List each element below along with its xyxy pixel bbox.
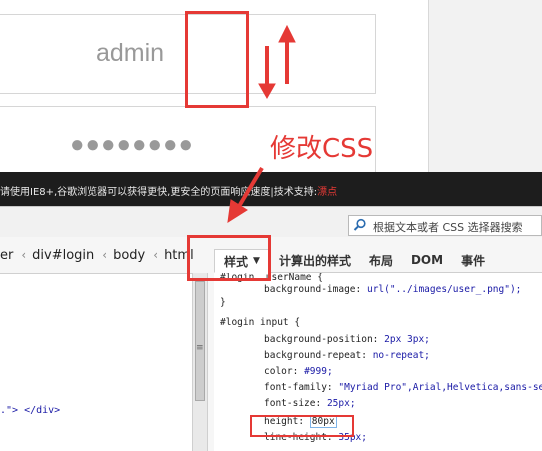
css-declaration[interactable]: background-position: 2px 3px; [264, 333, 430, 347]
notice-link[interactable]: 漂点 [317, 187, 337, 198]
preview-sidebar [428, 0, 542, 172]
css-declaration[interactable]: background-repeat: no-repeat; [264, 349, 430, 363]
search-placeholder: 根据文本或者 CSS 选择器搜索 [373, 221, 523, 234]
chevron-left-icon: ‹ [153, 248, 159, 262]
css-declaration[interactable]: color: #999; [264, 365, 333, 379]
chevron-left-icon: ‹ [21, 248, 27, 262]
chevron-left-icon: ‹ [102, 248, 108, 262]
tab-computed-styles[interactable]: 计算出的样式 [270, 248, 360, 272]
css-rule-close: } [220, 297, 226, 308]
css-declaration[interactable]: font-size: 25px; [264, 397, 356, 411]
annotation-label: 修改CSS [270, 134, 374, 164]
search-icon [353, 218, 366, 231]
notice-text: 请使用IE8+,谷歌浏览器可以获得更快,更安全的页面响应速度|技术支持:漂点 [0, 187, 338, 198]
highlight-box-styles-tab [187, 235, 271, 281]
selector-search-input[interactable]: 根据文本或者 CSS 选择器搜索 [348, 215, 542, 236]
dom-code-fragment: ."> </div> [0, 405, 61, 416]
password-value: ●●●●●●●● [70, 131, 194, 158]
css-selector-line[interactable]: #login input { [220, 316, 300, 330]
tab-dom[interactable]: DOM [402, 248, 452, 272]
breadcrumb-item-div-login[interactable]: ‹ div#login [13, 248, 94, 263]
highlight-box-input-height [185, 11, 249, 108]
css-declaration[interactable]: font-family: "Myriad Pro",Arial,Helvetic… [264, 381, 542, 395]
username-value: admin [96, 39, 165, 67]
scrollbar-thumb[interactable] [195, 281, 205, 401]
tab-layout[interactable]: 布局 [360, 248, 402, 272]
dom-tree-pane[interactable]: ."> </div> [0, 273, 192, 451]
grip-icon: ≡ [196, 343, 204, 353]
breadcrumb: er ‹ div#login ‹ body ‹ html [0, 245, 194, 265]
tab-events[interactable]: 事件 [452, 248, 494, 272]
css-declaration[interactable]: background-image: url("../images/user_.p… [264, 283, 521, 297]
notice-bar: 请使用IE8+,谷歌浏览器可以获得更快,更安全的页面响应速度|技术支持:漂点 [0, 172, 542, 206]
breadcrumb-item-body[interactable]: ‹ body [94, 248, 145, 263]
devtools-toolbar: 根据文本或者 CSS 选择器搜索 [0, 207, 542, 237]
pane-scrollbar[interactable]: ≡ [192, 273, 208, 451]
breadcrumb-item-er[interactable]: er [0, 248, 13, 263]
highlight-box-height-property [250, 415, 354, 437]
